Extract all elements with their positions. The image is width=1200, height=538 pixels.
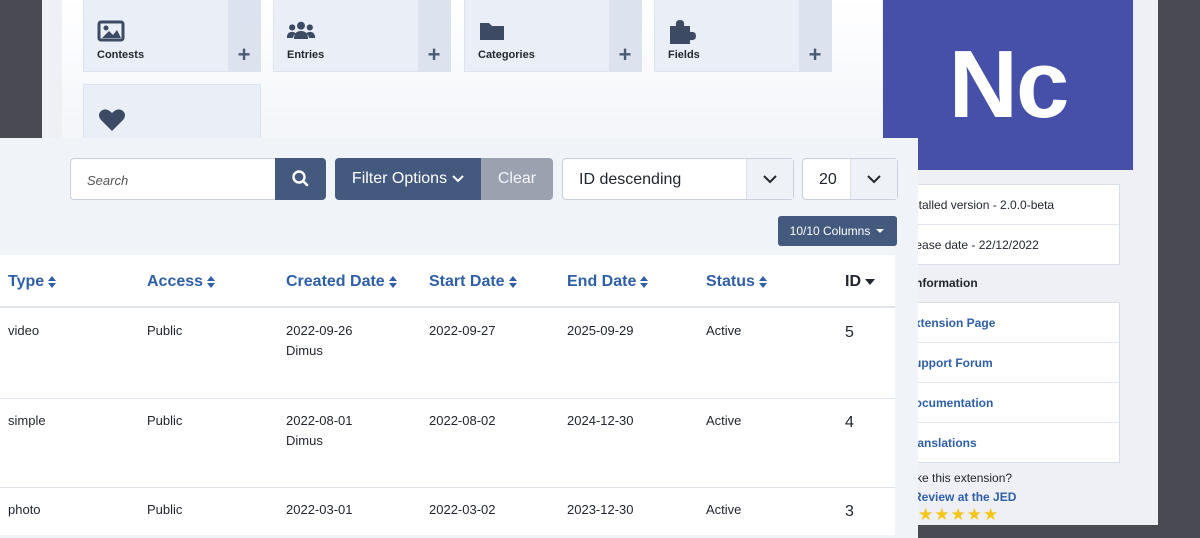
tile-label: Fields (668, 49, 700, 61)
info-links: Extension Page Support Forum Documentati… (905, 302, 1120, 463)
tile-entries[interactable]: Entries + (273, 0, 451, 72)
search-input[interactable] (71, 159, 279, 201)
chevron-down-icon (850, 159, 897, 199)
clear-button[interactable]: Clear (481, 158, 553, 200)
caret-down-icon (452, 175, 464, 183)
cell-status: Active (706, 323, 742, 338)
tile-label: Entries (287, 49, 325, 61)
release-date: elease date - 22/12/2022 (906, 237, 1039, 252)
cell-status: Active (706, 502, 742, 517)
cell-created: 2022-09-26 (286, 323, 353, 338)
chevron-down-icon (746, 159, 793, 199)
cell-id: 3 (845, 503, 854, 520)
header-divider (0, 306, 895, 308)
header-id[interactable]: ID (845, 273, 875, 291)
cell-created: 2022-08-01 (286, 413, 353, 428)
cell-access: Public (147, 323, 183, 338)
heart-icon (99, 109, 125, 131)
header-start-date[interactable]: Start Date (429, 273, 517, 291)
cell-type: photo (8, 502, 41, 517)
sort-icon (640, 276, 649, 288)
cell-access: Public (147, 502, 183, 517)
rating-stars: ★★★★★ (918, 505, 1000, 524)
tile-label: Contests (97, 49, 145, 61)
row-divider (0, 398, 895, 399)
table (0, 255, 895, 535)
translations-link[interactable]: Translations (906, 423, 1119, 462)
sort-value: ID descending (579, 171, 682, 188)
sort-select[interactable]: ID descending (562, 158, 794, 200)
limit-select[interactable]: 20 (802, 158, 898, 200)
extension-logo: Nc (883, 0, 1133, 170)
cell-created: 2022-03-01 (286, 502, 353, 517)
version-card: nstalled version - 2.0.0-beta elease dat… (905, 184, 1120, 265)
puzzle-icon (670, 20, 696, 44)
cell-start: 2022-08-02 (429, 413, 496, 428)
sort-icon (207, 276, 216, 288)
sort-icon (758, 276, 767, 288)
columns-button[interactable]: 10/10 Columns (778, 216, 897, 246)
support-forum-link[interactable]: Support Forum (906, 343, 1119, 383)
cell-end: 2023-12-30 (567, 502, 634, 517)
cell-author: Dimus (286, 343, 323, 358)
add-field-button[interactable]: + (799, 0, 831, 72)
tile-label: Categories (478, 49, 535, 61)
sort-icon (48, 276, 57, 288)
add-category-button[interactable]: + (609, 0, 641, 72)
cell-author: Dimus (286, 433, 323, 448)
tile-categories[interactable]: Categories + (464, 0, 642, 72)
limit-value: 20 (819, 171, 837, 188)
cell-end: 2024-12-30 (567, 413, 634, 428)
cell-status: Active (706, 413, 742, 428)
header-created-date[interactable]: Created Date (286, 273, 397, 291)
documentation-link[interactable]: Documentation (906, 383, 1119, 423)
tile-favorites[interactable] (83, 84, 261, 144)
cell-start: 2022-03-02 (429, 502, 496, 517)
row-divider (0, 487, 895, 488)
search-field[interactable] (70, 158, 279, 201)
sort-icon (508, 276, 517, 288)
caret-down-icon (876, 229, 885, 233)
header-status[interactable]: Status (706, 273, 767, 291)
header-access[interactable]: Access (147, 273, 216, 291)
review-link[interactable]: Review at the JED (913, 490, 1016, 504)
header-type[interactable]: Type (8, 273, 57, 291)
cell-access: Public (147, 413, 183, 428)
extension-page-link[interactable]: Extension Page (906, 303, 1119, 343)
header-end-date[interactable]: End Date (567, 273, 649, 291)
add-entry-button[interactable]: + (418, 0, 450, 72)
cell-id: 4 (845, 414, 854, 431)
tile-contests[interactable]: Contests + (83, 0, 261, 72)
add-contest-button[interactable]: + (228, 0, 260, 72)
sort-icon (388, 276, 397, 288)
cell-type: video (8, 323, 40, 338)
cell-type: simple (8, 413, 46, 428)
installed-version: nstalled version - 2.0.0-beta (906, 185, 1119, 225)
search-icon (292, 170, 309, 187)
information-heading: nformation (915, 276, 978, 290)
tile-fields[interactable]: Fields + (654, 0, 832, 72)
cell-end: 2025-09-29 (567, 323, 634, 338)
users-icon (286, 21, 316, 39)
folder-icon (480, 23, 504, 40)
sort-desc-icon (865, 279, 875, 285)
search-button[interactable] (275, 158, 326, 200)
image-icon (97, 20, 125, 42)
cell-start: 2022-09-27 (429, 323, 496, 338)
cell-id: 5 (845, 324, 854, 341)
filter-options-button[interactable]: Filter Options (335, 158, 482, 200)
like-prompt: ke this extension? (916, 471, 1013, 485)
